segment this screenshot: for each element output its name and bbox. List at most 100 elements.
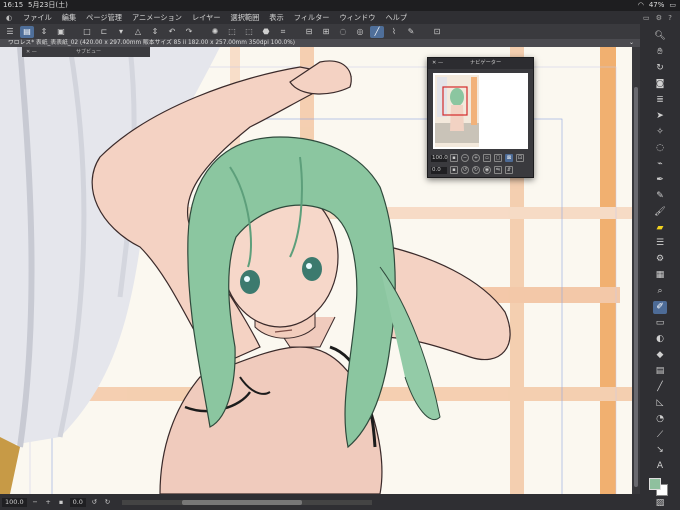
menu-layer[interactable]: レイヤー bbox=[187, 13, 226, 23]
undo-icon[interactable]: ↶ bbox=[165, 26, 179, 38]
folder-icon[interactable]: ⊏ bbox=[97, 26, 111, 38]
redo-icon[interactable]: ↷ bbox=[182, 26, 196, 38]
snap-ruler-icon[interactable]: ⊟ bbox=[302, 26, 316, 38]
fill-tool-icon[interactable]: ◆ bbox=[653, 348, 667, 361]
brush-icon[interactable]: 🖌︎ bbox=[653, 205, 667, 218]
zoom-tool-icon[interactable]: 🔍︎ bbox=[653, 30, 667, 43]
vertical-scroll-thumb[interactable] bbox=[634, 87, 638, 487]
quick-access-icon[interactable]: ⊡ bbox=[430, 26, 444, 38]
document-tab[interactable]: ワロレス* 表紙_表表紙_02 (420.00 x 297.00mm 販本サイズ… bbox=[0, 39, 640, 47]
zoom-in-icon[interactable]: + bbox=[472, 154, 480, 162]
menu-edit[interactable]: 編集 bbox=[57, 13, 81, 23]
main-color-swatch[interactable] bbox=[649, 477, 661, 490]
fit-canvas-icon[interactable]: ⊡ bbox=[516, 154, 524, 162]
reset-rotation-icon[interactable]: ◉ bbox=[483, 166, 491, 174]
color-swatches[interactable] bbox=[649, 477, 671, 496]
rotate-left-icon[interactable]: ↺ bbox=[90, 498, 99, 506]
brush-stroke-icon[interactable]: ⌇ bbox=[387, 26, 401, 38]
fit-to-screen-icon[interactable]: ▢ bbox=[494, 154, 502, 162]
zoom-field[interactable]: 100.0 bbox=[2, 497, 27, 507]
flip-vertical-icon[interactable]: ⇵ bbox=[505, 166, 513, 174]
menu-selection[interactable]: 選択範囲 bbox=[226, 13, 265, 23]
transform-icon[interactable]: ⌗ bbox=[276, 26, 290, 38]
stabilizer-icon[interactable]: ◎ bbox=[353, 26, 367, 38]
correct-line-icon[interactable]: ↘ bbox=[653, 444, 667, 457]
actual-size-icon[interactable]: ▫ bbox=[483, 154, 491, 162]
rotation-field[interactable]: 0.0 bbox=[69, 497, 86, 507]
frame-tool-icon[interactable]: ◺ bbox=[653, 396, 667, 409]
layer-move-icon[interactable]: ≣ bbox=[653, 94, 667, 107]
deselect-icon[interactable]: ⬚ bbox=[225, 26, 239, 38]
open-icon[interactable]: ▣ bbox=[54, 26, 68, 38]
zoom-slider-icon[interactable]: ▪ bbox=[450, 154, 458, 162]
navigator-panel[interactable]: ✕ — ナビゲーター 100.0 ▪ − + ▫ ▢ ⊠ ⊡ 0.0 ▪ ↺ ↻… bbox=[427, 57, 534, 178]
rotation-slider-icon[interactable]: ▪ bbox=[450, 166, 458, 174]
help-icon[interactable]: ? bbox=[668, 13, 672, 22]
clear-icon[interactable]: ✺ bbox=[208, 26, 222, 38]
menu-animation[interactable]: アニメーション bbox=[127, 13, 187, 23]
snap-perspective-icon[interactable]: ◌ bbox=[336, 26, 350, 38]
navigator-header[interactable]: ✕ — ナビゲーター bbox=[428, 58, 533, 69]
camera-tool-icon[interactable]: ◙ bbox=[653, 78, 667, 91]
horizontal-scrollbar[interactable] bbox=[121, 499, 372, 505]
select-all-icon[interactable]: ⬚ bbox=[242, 26, 256, 38]
chevron-updown-icon[interactable]: ⇕ bbox=[37, 26, 51, 38]
snap-grid-icon[interactable]: ⊞ bbox=[319, 26, 333, 38]
menu-filter[interactable]: フィルター bbox=[289, 13, 335, 23]
rotate-right-icon[interactable]: ↻ bbox=[472, 166, 480, 174]
hamburger-menu-icon[interactable]: ☰ bbox=[3, 26, 17, 38]
layer-stack-icon[interactable]: ☰ bbox=[653, 237, 667, 250]
pen-icon[interactable]: ✒ bbox=[653, 173, 667, 186]
search-icon[interactable]: ⌕ bbox=[653, 285, 667, 298]
fit-screen-icon[interactable]: ▪ bbox=[57, 498, 66, 506]
menu-view[interactable]: 表示 bbox=[264, 13, 288, 23]
text-tool-icon[interactable]: A bbox=[653, 460, 667, 473]
navigator-preview[interactable] bbox=[433, 73, 528, 149]
ruler-tool-icon[interactable]: ⟋ bbox=[653, 428, 667, 441]
vertical-scrollbar[interactable] bbox=[632, 47, 640, 494]
panel-close-icon[interactable]: ✕ — bbox=[432, 58, 443, 69]
sub-tool-icon[interactable]: ▦ bbox=[653, 269, 667, 282]
zoom-out-icon[interactable]: − bbox=[461, 154, 469, 162]
zoom-out-icon[interactable]: − bbox=[31, 498, 40, 506]
figure-tool-icon[interactable]: ╱ bbox=[653, 380, 667, 393]
rotate-left-icon[interactable]: ↺ bbox=[461, 166, 469, 174]
panel-close-icon[interactable]: ✕ — bbox=[26, 47, 37, 57]
blend-icon[interactable]: ◐ bbox=[653, 333, 667, 346]
gradient-icon[interactable]: ▤ bbox=[653, 364, 667, 377]
eraser-icon[interactable]: ▭ bbox=[653, 317, 667, 330]
dual-screen-icon[interactable]: ▭ bbox=[643, 13, 650, 22]
highlight-brush-icon[interactable]: ▰ bbox=[653, 221, 667, 234]
menu-window[interactable]: ウィンドウ bbox=[334, 13, 380, 23]
rotate-tool-icon[interactable]: ↻ bbox=[653, 62, 667, 75]
pen-stroke-icon[interactable]: ╱ bbox=[370, 25, 384, 38]
app-logo-icon[interactable]: ◐ bbox=[0, 13, 18, 22]
new-page-icon[interactable]: □ bbox=[80, 26, 94, 38]
layer-property-icon[interactable]: ⚙ bbox=[653, 253, 667, 266]
subview-panel[interactable]: ✕ — サブビュー bbox=[22, 47, 150, 57]
pen-pressure-icon[interactable]: ✎ bbox=[404, 26, 418, 38]
eyedropper-icon[interactable]: ⌁ bbox=[653, 157, 667, 170]
pencil-icon[interactable]: ✎ bbox=[653, 189, 667, 202]
magic-wand-icon[interactable]: ✧ bbox=[653, 126, 667, 139]
navigator-zoom-field[interactable]: 100.0 bbox=[431, 154, 448, 162]
new-document-icon[interactable]: ▤ bbox=[20, 25, 34, 38]
horizontal-scroll-thumb[interactable] bbox=[181, 499, 302, 505]
transparent-color-icon[interactable]: ▨ bbox=[653, 497, 667, 510]
rotate-right-icon[interactable]: ↻ bbox=[103, 498, 112, 506]
settings-icon[interactable]: ⚙ bbox=[656, 13, 662, 22]
fit-navigator-icon[interactable]: ⊠ bbox=[505, 154, 513, 162]
print-icon[interactable]: △ bbox=[131, 26, 145, 38]
menu-page[interactable]: ページ管理 bbox=[81, 13, 127, 23]
flip-horizontal-icon[interactable]: ⇋ bbox=[494, 166, 502, 174]
save-icon[interactable]: ▾ bbox=[114, 26, 128, 38]
navigator-rotation-field[interactable]: 0.0 bbox=[431, 166, 447, 174]
chevron-down-icon[interactable]: ⌄ bbox=[629, 39, 634, 47]
menu-file[interactable]: ファイル bbox=[18, 13, 57, 23]
chevron-updown-icon-2[interactable]: ⇕ bbox=[148, 26, 162, 38]
lasso-icon[interactable]: ◌ bbox=[653, 141, 667, 154]
canvas-area[interactable] bbox=[0, 47, 632, 494]
menu-help[interactable]: ヘルプ bbox=[380, 13, 412, 23]
hand-tool-icon[interactable]: ✋︎ bbox=[653, 46, 667, 59]
balloon-tool-icon[interactable]: ◔ bbox=[653, 412, 667, 425]
